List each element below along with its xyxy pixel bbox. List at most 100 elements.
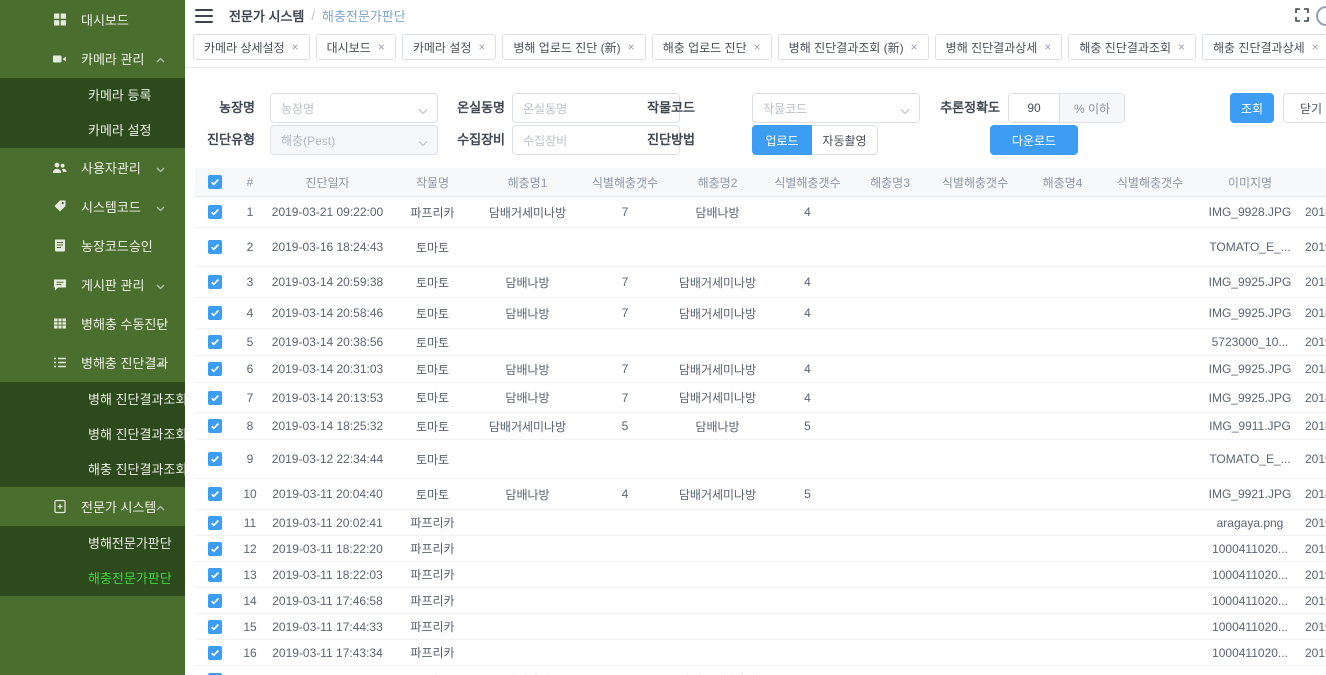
download-button[interactable]: 다운로드	[990, 125, 1078, 155]
close-icon[interactable]: ×	[754, 40, 761, 54]
row-checkbox[interactable]	[208, 542, 222, 556]
cell-pest1: 담배나방	[475, 274, 580, 291]
table-row[interactable]: 22019-03-16 18:24:43토마토TOMATO_E_...2019	[195, 228, 1326, 267]
diag-type-select[interactable]: 해충(Pest)	[270, 125, 438, 155]
row-checkbox[interactable]	[208, 594, 222, 608]
users-icon	[52, 160, 67, 175]
table-row[interactable]: 82019-03-14 18:25:32토마토담배거세미나방5담배나방5IMG_…	[195, 413, 1326, 440]
cell-num: 11	[235, 516, 265, 530]
topbar: 전문가 시스템 / 해충전문가판단	[185, 0, 1326, 31]
row-checkbox[interactable]	[208, 487, 222, 501]
upload-button[interactable]: 업로드	[752, 125, 812, 155]
cell-image: IMG_9925.JPG	[1195, 362, 1305, 376]
select-all-checkbox[interactable]	[208, 175, 222, 189]
sidebar-item-manual-diagnosis[interactable]: 병해충 수동진단	[0, 304, 185, 343]
sidebar-item-diagnosis-results[interactable]: 병해충 진단결과	[0, 343, 185, 382]
search-button[interactable]: 조회	[1230, 93, 1274, 123]
table-row[interactable]: 172019-03-08 11:17:59토마토담배나방7담배거세미나방4IMG…	[195, 666, 1326, 675]
cell-count2: 4	[765, 205, 850, 219]
close-icon[interactable]: ×	[292, 40, 299, 54]
row-checkbox[interactable]	[208, 205, 222, 219]
row-checkbox[interactable]	[208, 419, 222, 433]
farm-select[interactable]: 농장명	[270, 93, 438, 123]
table-row[interactable]: 72019-03-14 20:13:53토마토담배나방7담배거세미나방4IMG_…	[195, 383, 1326, 413]
close-icon[interactable]: ×	[478, 40, 485, 54]
sidebar-item-camera-mgmt[interactable]: 카메라 관리	[0, 39, 185, 78]
row-checkbox[interactable]	[208, 391, 222, 405]
close-icon[interactable]: ×	[1044, 40, 1051, 54]
tab-disease-results-new[interactable]: 병해 진단결과조회 (新)×	[778, 34, 929, 60]
sidebar-item-label: 게시판 관리	[0, 275, 144, 294]
close-icon[interactable]: ×	[628, 40, 635, 54]
menu-icon[interactable]	[195, 9, 213, 23]
table-row[interactable]: 122019-03-11 18:22:20파프리카1000411020...20…	[195, 536, 1326, 562]
tab-camera-settings[interactable]: 카메라 설정×	[402, 34, 497, 60]
sidebar-item-disease-expert[interactable]: 병해전문가판단	[0, 526, 185, 561]
partial-icon[interactable]	[1316, 6, 1326, 26]
table-row[interactable]: 42019-03-14 20:58:46토마토담배나방7담배거세미나방4IMG_…	[195, 298, 1326, 329]
close-icon[interactable]: ×	[1178, 40, 1185, 54]
sidebar-item-camera-settings[interactable]: 카메라 설정	[0, 113, 185, 148]
cell-pest1: 담배나방	[475, 389, 580, 406]
row-checkbox-cell	[195, 452, 235, 466]
row-checkbox[interactable]	[208, 452, 222, 466]
breadcrumb-root[interactable]: 전문가 시스템	[229, 6, 304, 25]
sidebar-item-system-code[interactable]: 시스템코드	[0, 187, 185, 226]
table-row[interactable]: 92019-03-12 22:34:44토마토TOMATO_E_...2019	[195, 440, 1326, 479]
sidebar-item-pest-expert[interactable]: 해충전문가판단	[0, 561, 185, 596]
cell-crop: 파프리카	[390, 644, 475, 661]
row-checkbox[interactable]	[208, 646, 222, 660]
close-icon[interactable]: ×	[911, 40, 918, 54]
tab-dashboard[interactable]: 대시보드×	[316, 34, 396, 60]
row-checkbox[interactable]	[208, 306, 222, 320]
tab-pest-results[interactable]: 해충 진단결과조회×	[1068, 34, 1196, 60]
cell-date: 2019-03-11 18:22:03	[265, 568, 390, 582]
cell-image: IMG_9925.JPG	[1195, 391, 1305, 405]
sidebar-item-user-mgmt[interactable]: 사용자관리	[0, 148, 185, 187]
row-checkbox[interactable]	[208, 335, 222, 349]
table-row[interactable]: 142019-03-11 17:46:58파프리카1000411020...20…	[195, 588, 1326, 614]
table-row[interactable]: 162019-03-11 17:43:34파프리카1000411020...20…	[195, 640, 1326, 666]
cell-date: 2019-03-11 20:04:40	[265, 487, 390, 501]
row-checkbox[interactable]	[208, 568, 222, 582]
row-checkbox[interactable]	[208, 620, 222, 634]
fullscreen-icon[interactable]	[1294, 7, 1310, 28]
tab-disease-results-detail[interactable]: 병해 진단결과상세×	[935, 34, 1063, 60]
accuracy-input[interactable]	[1009, 94, 1059, 122]
tab-pest-upload-diagnosis[interactable]: 해충 업로드 진단×	[652, 34, 772, 60]
sidebar-item-pest-results[interactable]: 해충 진단결과조회	[0, 452, 185, 487]
table-row[interactable]: 12019-03-21 09:22:00파프리카담배거세미나방7담배나방4IMG…	[195, 197, 1326, 228]
table-row[interactable]: 102019-03-11 20:04:40토마토담배나방4담배거세미나방5IMG…	[195, 479, 1326, 510]
tab-pest-results-detail[interactable]: 해충 진단결과상세×	[1202, 34, 1326, 60]
sidebar-item-board-mgmt[interactable]: 게시판 관리	[0, 265, 185, 304]
table-row[interactable]: 52019-03-14 20:38:56토마토5723000_10...2019	[195, 329, 1326, 356]
sidebar-item-disease-results-old[interactable]: 병해 진단결과조회 (舊)	[0, 417, 185, 452]
table-row[interactable]: 112019-03-11 20:02:41파프리카aragaya.png2019	[195, 510, 1326, 536]
device-label: 수집장비	[425, 125, 505, 155]
table-row[interactable]: 32019-03-14 20:59:38토마토담배나방7담배거세미나방4IMG_…	[195, 267, 1326, 298]
cell-count2: 4	[765, 362, 850, 376]
row-checkbox[interactable]	[208, 275, 222, 289]
sidebar-item-farm-code-approval[interactable]: 농장코드승인	[0, 226, 185, 265]
cell-extra: 2018	[1305, 362, 1326, 376]
close-icon[interactable]: ×	[378, 40, 385, 54]
sidebar-submenu-camera: 카메라 등록 카메라 설정	[0, 78, 185, 148]
cell-num: 1	[235, 205, 265, 219]
table-row[interactable]: 132019-03-11 18:22:03파프리카1000411020...20…	[195, 562, 1326, 588]
row-checkbox[interactable]	[208, 240, 222, 254]
close-icon[interactable]: ×	[1312, 40, 1319, 54]
breadcrumb-separator: /	[311, 8, 315, 23]
tab-disease-upload-diagnosis[interactable]: 병해 업로드 진단 (新)×	[502, 34, 645, 60]
tab-camera-detail-settings[interactable]: 카메라 상세설정×	[193, 34, 310, 60]
table-row[interactable]: 62019-03-14 20:31:03토마토담배나방7담배거세미나방4IMG_…	[195, 356, 1326, 383]
crop-code-select[interactable]: 작물코드	[752, 93, 920, 123]
sidebar-item-expert-system[interactable]: 전문가 시스템	[0, 487, 185, 526]
row-checkbox[interactable]	[208, 516, 222, 530]
close-button[interactable]: 닫기	[1283, 93, 1326, 123]
row-checkbox[interactable]	[208, 362, 222, 376]
sidebar-item-dashboard[interactable]: 대시보드	[0, 0, 185, 39]
sidebar-item-disease-results-new[interactable]: 병해 진단결과조회 (新)	[0, 382, 185, 417]
table-row[interactable]: 152019-03-11 17:44:33파프리카1000411020...20…	[195, 614, 1326, 640]
auto-capture-button[interactable]: 자동촬영	[812, 125, 878, 155]
sidebar-item-camera-register[interactable]: 카메라 등록	[0, 78, 185, 113]
